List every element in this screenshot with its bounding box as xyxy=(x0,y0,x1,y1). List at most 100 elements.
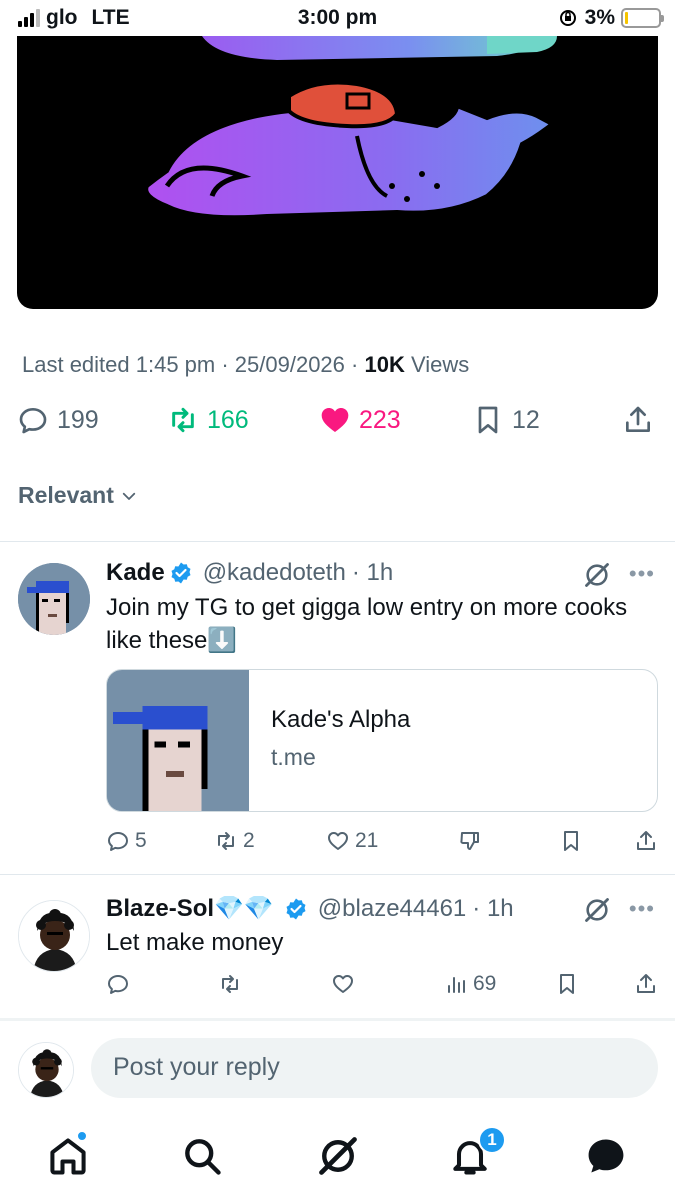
more-options-icon[interactable]: ••• xyxy=(629,561,655,587)
avatar[interactable] xyxy=(18,563,90,635)
display-name[interactable]: Blaze-Sol💎💎 xyxy=(106,894,274,923)
repost-count: 166 xyxy=(207,405,249,434)
battery-percent: 3% xyxy=(584,6,615,29)
my-avatar[interactable] xyxy=(18,1042,74,1098)
like-stat[interactable]: 223 xyxy=(319,404,401,436)
card-thumbnail xyxy=(107,670,249,811)
post-engagement-bar: 199 166 223 12 xyxy=(17,404,658,448)
battery-icon xyxy=(621,8,664,28)
like-button[interactable]: 21 xyxy=(326,829,378,853)
nav-grok[interactable] xyxy=(316,1134,360,1178)
user-handle[interactable]: @blaze44461 xyxy=(318,895,466,923)
like-count: 223 xyxy=(359,405,401,434)
repost-icon xyxy=(172,407,194,433)
reply-tweet[interactable]: Kade @kadedoteth · 1h ••• Join my TG to … xyxy=(0,541,675,874)
meta-separator: · xyxy=(351,352,365,377)
cartoon-avatar-image xyxy=(19,901,89,971)
status-bar: glo LTE 3:00 pm 3% xyxy=(0,0,675,36)
cat-illustration xyxy=(144,36,557,220)
reply-stat[interactable]: 199 xyxy=(17,404,99,436)
bookmark-count: 12 xyxy=(512,405,540,434)
share-button[interactable] xyxy=(622,404,654,436)
share-button[interactable] xyxy=(634,972,658,996)
chevron-down-icon xyxy=(122,492,136,500)
link-card[interactable]: Kade's Alpha t.me xyxy=(106,669,658,812)
bookmark-icon xyxy=(478,406,498,434)
avatar[interactable] xyxy=(18,900,90,972)
repost-icon xyxy=(222,975,238,993)
bookmark-button[interactable] xyxy=(555,972,579,996)
reply-button[interactable] xyxy=(106,972,130,996)
nav-home[interactable] xyxy=(46,1130,90,1178)
repost-icon xyxy=(218,832,234,850)
heart-icon xyxy=(333,975,353,993)
search-icon xyxy=(185,1139,221,1175)
punk-card-image xyxy=(107,670,249,811)
tweet-header: Blaze-Sol💎💎 @blaze44461 · 1h xyxy=(106,894,514,923)
bookmark-icon xyxy=(564,831,578,851)
reply-tweet[interactable]: Blaze-Sol💎💎 @blaze44461 · 1h ••• Let mak… xyxy=(0,874,675,1018)
post-image[interactable] xyxy=(17,36,658,309)
post-meta: Last edited 1:45 pm · 25/09/2026 · 10K V… xyxy=(22,352,469,378)
reply-icon xyxy=(108,975,128,994)
notifications-badge: 1 xyxy=(478,1126,506,1154)
reply-count: 199 xyxy=(57,405,99,434)
reply-sort-dropdown[interactable]: Relevant xyxy=(18,482,138,509)
share-icon xyxy=(637,974,655,993)
edited-timestamp: Last edited 1:45 pm · 25/09/2026 xyxy=(22,352,345,377)
grok-icon[interactable] xyxy=(583,561,611,589)
reply-count: 5 xyxy=(135,829,147,852)
repost-stat[interactable]: 166 xyxy=(167,404,249,436)
views-label: Views xyxy=(410,352,470,377)
views-count: 69 xyxy=(473,972,497,995)
like-count: 21 xyxy=(355,829,379,852)
display-name[interactable]: Kade xyxy=(106,559,165,587)
like-button[interactable] xyxy=(331,972,355,996)
reply-composer: Post your reply xyxy=(0,1022,675,1122)
bottom-navigation: 1 xyxy=(0,1122,675,1200)
tweet-text: Let make money xyxy=(106,929,284,956)
share-button[interactable] xyxy=(634,829,658,853)
verified-badge-icon xyxy=(171,562,191,584)
reply-icon xyxy=(19,408,47,434)
chat-bubble-icon xyxy=(588,1139,624,1173)
heart-filled-icon xyxy=(321,408,349,432)
nav-search[interactable] xyxy=(180,1134,224,1178)
bookmark-stat[interactable]: 12 xyxy=(472,404,540,436)
card-title: Kade's Alpha xyxy=(271,706,411,733)
grok-icon[interactable] xyxy=(583,896,611,924)
share-icon xyxy=(626,406,650,432)
analytics-icon xyxy=(448,977,465,993)
sort-label: Relevant xyxy=(18,482,114,508)
nav-notifications[interactable]: 1 xyxy=(448,1126,506,1178)
thumbs-down-icon xyxy=(460,832,479,850)
reply-button[interactable]: 5 xyxy=(106,829,147,853)
post-time: · 1h xyxy=(351,559,394,586)
views-stat[interactable]: 69 xyxy=(444,972,496,996)
battery-info: 3% xyxy=(557,6,664,30)
orientation-lock-icon xyxy=(559,10,576,26)
repost-count: 2 xyxy=(243,829,255,852)
bookmark-button[interactable] xyxy=(559,829,583,853)
divider xyxy=(0,1018,675,1021)
punk-avatar-image xyxy=(18,563,90,635)
views-count: 10K xyxy=(364,352,405,377)
reply-icon xyxy=(108,832,128,851)
cartoon-avatar-image xyxy=(19,1043,73,1097)
tweet-header: Kade @kadedoteth · 1h xyxy=(106,559,393,587)
tweet-actions: 5 2 21 xyxy=(106,829,658,861)
card-domain: t.me xyxy=(271,744,316,770)
reply-input[interactable]: Post your reply xyxy=(91,1038,658,1098)
repost-button[interactable] xyxy=(218,972,242,996)
verified-badge-icon xyxy=(286,898,306,919)
repost-button[interactable]: 2 xyxy=(214,829,255,853)
nav-messages[interactable] xyxy=(584,1134,628,1178)
tweet-text: Join my TG to get gigga low entry on mor… xyxy=(106,594,628,654)
user-handle[interactable]: @kadedoteth xyxy=(203,559,346,587)
downvote-button[interactable] xyxy=(458,829,482,853)
more-options-icon[interactable]: ••• xyxy=(629,896,655,922)
share-icon xyxy=(637,831,655,850)
post-time: · 1h xyxy=(472,894,514,922)
new-posts-dot xyxy=(76,1130,88,1142)
tweet-actions: 69 xyxy=(106,972,658,1004)
